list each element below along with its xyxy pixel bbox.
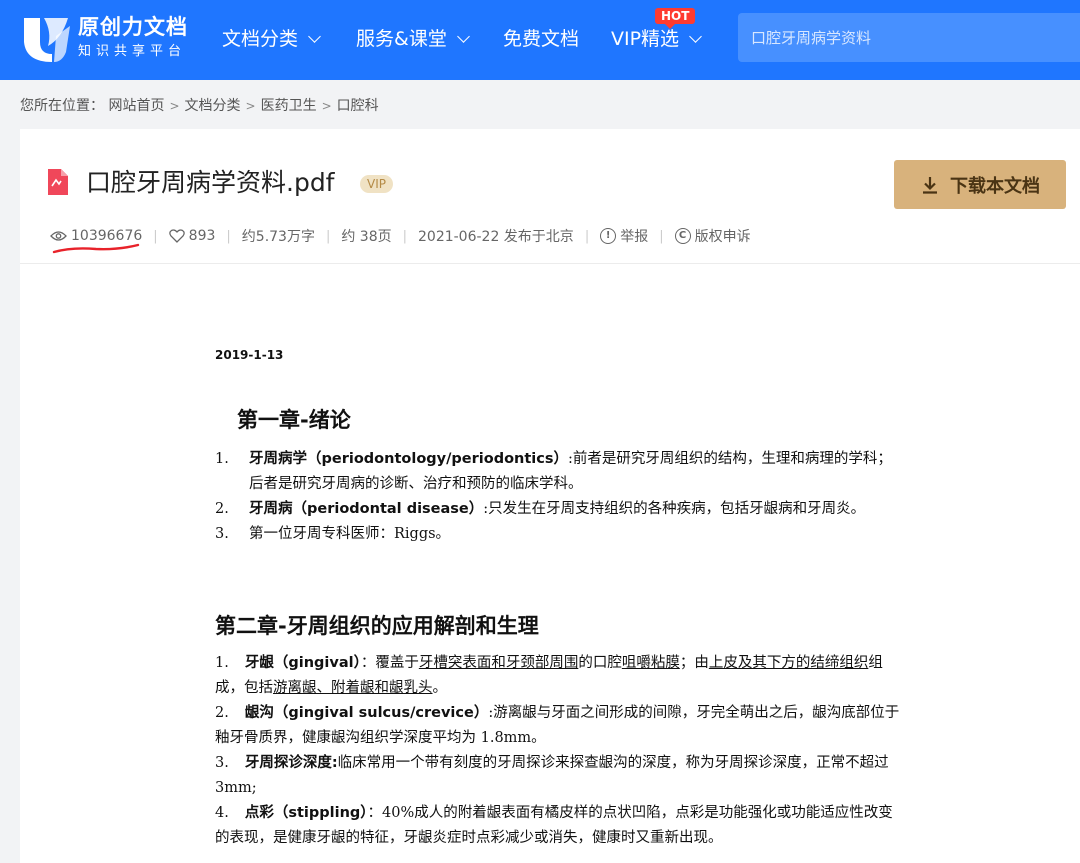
- site-logo-icon[interactable]: [18, 12, 74, 66]
- nav-label: VIP精选: [611, 28, 680, 50]
- search-input[interactable]: [738, 13, 1080, 62]
- chevron-down-icon: [689, 29, 702, 43]
- brand[interactable]: 原创力文档 知识共享平台: [78, 14, 188, 62]
- vip-tag: VIP: [360, 175, 393, 193]
- chevron-down-icon: [308, 29, 321, 43]
- page-count: 约 38页: [341, 229, 392, 245]
- search-box: [738, 13, 1080, 62]
- likes-count: 893: [188, 228, 216, 244]
- nav-services[interactable]: 服务&课堂: [356, 26, 470, 52]
- list-item: 2. 龈沟（gingival sulcus/crevice）:游离龈与牙面之间形成…: [215, 705, 900, 746]
- list-item: 1. 牙周病学（periodontology/periodontics）:前者是…: [215, 451, 892, 492]
- chevron-down-icon: [456, 29, 470, 43]
- word-count: 约5.73万字: [241, 229, 315, 245]
- breadcrumb-separator: >: [169, 99, 180, 113]
- chapter-2-list: 1. 牙龈（gingival）：覆盖于牙槽突表面和牙颈部周围的口腔咀嚼粘膜；由上皮…: [215, 651, 905, 851]
- brand-name: 原创力文档: [78, 15, 188, 39]
- list-item: 1. 牙龈（gingival）：覆盖于牙槽突表面和牙颈部周围的口腔咀嚼粘膜；由上皮…: [215, 655, 883, 696]
- download-label: 下载本文档: [950, 175, 1040, 197]
- nav-doc-categories[interactable]: 文档分类: [222, 26, 321, 52]
- breadcrumb-dentistry[interactable]: 口腔科: [337, 98, 379, 114]
- chapter-1-list: 1. 牙周病学（periodontology/periodontics）:前者是…: [215, 447, 905, 547]
- copyright-icon: C: [674, 228, 691, 244]
- list-item: 3. 第一位牙周专科医师：Riggs。: [215, 526, 451, 542]
- breadcrumb-separator: >: [321, 99, 332, 113]
- document-card: 口腔牙周病学资料.pdf VIP 下载本文档 10396676 | 893 | …: [20, 129, 1080, 863]
- hot-badge: HOT: [655, 8, 696, 29]
- chapter-2-title: 第二章-牙周组织的应用解剖和生理: [215, 614, 539, 638]
- nav-vip[interactable]: VIP精选: [611, 26, 702, 52]
- nav-label: 文档分类: [222, 28, 299, 50]
- document-meta: 10396676 | 893 | 约5.73万字 | 约 38页 | 2021-…: [50, 226, 751, 246]
- publish-info: 2021-06-22 发布于北京: [418, 229, 574, 245]
- document-date: 2019-1-13: [215, 348, 284, 362]
- brand-slogan: 知识共享平台: [78, 44, 187, 59]
- breadcrumb-categories[interactable]: 文档分类: [185, 98, 241, 114]
- breadcrumb-separator: >: [245, 99, 256, 113]
- nav-label: 免费文档: [503, 28, 580, 50]
- heart-icon: [168, 229, 185, 243]
- divider: [20, 263, 1080, 264]
- likes-stat[interactable]: 893: [168, 228, 216, 244]
- list-item: 4. 点彩（stippling）：40%成人的附着龈表面有橘皮样的点状凹陷，点彩是…: [215, 805, 893, 846]
- chapter-1-title: 第一章-绪论: [237, 408, 351, 432]
- copyright-label: 版权申诉: [694, 229, 751, 245]
- breadcrumb-medicine[interactable]: 医药卫生: [261, 98, 317, 114]
- nav-free-docs[interactable]: 免费文档: [503, 26, 579, 52]
- document-title: 口腔牙周病学资料.pdf: [86, 168, 335, 197]
- download-icon: [923, 176, 937, 194]
- nav-label: 服务&课堂: [356, 28, 447, 50]
- copyright-link[interactable]: C 版权申诉: [674, 226, 751, 246]
- download-button[interactable]: 下载本文档: [894, 160, 1066, 209]
- list-item: 2. 牙周病（periodontal disease）:只发生在牙周支持组织的各…: [215, 501, 866, 517]
- red-annotation-mark: [52, 243, 140, 254]
- top-header: 原创力文档 知识共享平台 文档分类 服务&课堂 免费文档 VIP精选 HOT: [0, 0, 1080, 80]
- breadcrumb-prefix: 您所在位置：: [20, 98, 104, 114]
- warning-icon: !: [600, 228, 617, 244]
- report-label: 举报: [620, 229, 649, 245]
- list-item: 3. 牙周探诊深度:临床常用一个带有刻度的牙周探诊来探查龈沟的深度，称为牙周探诊深…: [215, 755, 889, 796]
- pdf-file-icon: [48, 169, 68, 195]
- report-link[interactable]: ! 举报: [600, 226, 648, 246]
- breadcrumb: 您所在位置： 网站首页 > 文档分类 > 医药卫生 > 口腔科: [20, 96, 379, 116]
- breadcrumb-home[interactable]: 网站首页: [108, 98, 164, 114]
